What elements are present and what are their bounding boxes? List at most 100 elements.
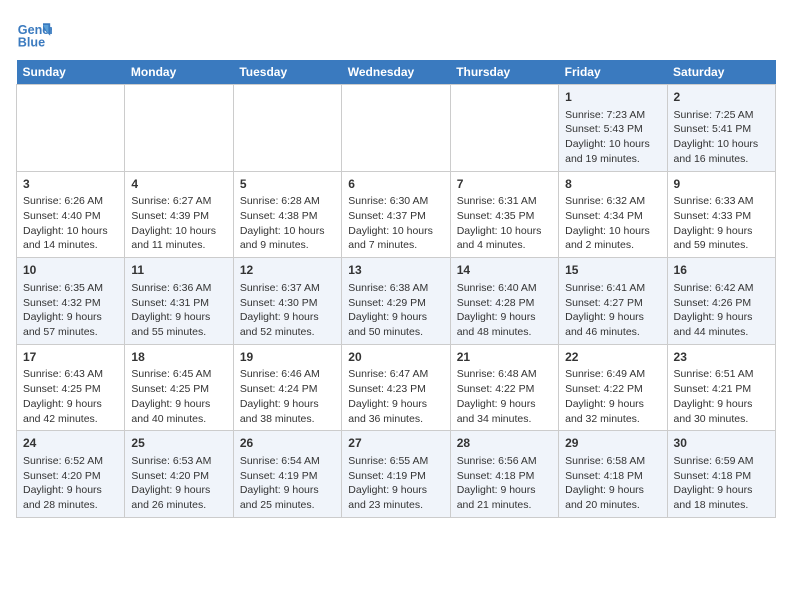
calendar-cell: 26Sunrise: 6:54 AMSunset: 4:19 PMDayligh… bbox=[233, 431, 341, 518]
day-info: Daylight: 9 hours and 34 minutes. bbox=[457, 397, 552, 426]
day-info: Daylight: 10 hours and 11 minutes. bbox=[131, 224, 226, 253]
calendar-header: SundayMondayTuesdayWednesdayThursdayFrid… bbox=[17, 60, 776, 85]
calendar-cell: 15Sunrise: 6:41 AMSunset: 4:27 PMDayligh… bbox=[559, 258, 667, 345]
day-info: Sunset: 4:25 PM bbox=[23, 382, 118, 397]
day-info: Sunset: 4:38 PM bbox=[240, 209, 335, 224]
calendar-cell: 13 Sunrise: 6:38 AMSunset: 4:29 PMDayligh… bbox=[342, 258, 450, 345]
day-number: 29 bbox=[565, 435, 660, 452]
calendar-cell: 7Sunrise: 6:31 AMSunset: 4:35 PMDaylight… bbox=[450, 171, 558, 258]
day-number: 5 bbox=[240, 176, 335, 193]
day-info: Sunset: 4:35 PM bbox=[457, 209, 552, 224]
day-info: Daylight: 10 hours and 16 minutes. bbox=[674, 137, 769, 166]
logo: General Blue bbox=[16, 16, 56, 52]
day-info: Sunrise: 6:41 AM bbox=[565, 281, 660, 296]
day-info: Sunset: 4:20 PM bbox=[23, 469, 118, 484]
logo-icon: General Blue bbox=[16, 16, 52, 52]
day-number: 8 bbox=[565, 176, 660, 193]
day-info: Daylight: 9 hours and 48 minutes. bbox=[457, 310, 552, 339]
day-info: Sunrise: 6:59 AM bbox=[674, 454, 769, 469]
calendar-cell: 11Sunrise: 6:36 AMSunset: 4:31 PMDayligh… bbox=[125, 258, 233, 345]
calendar-week-1: 1Sunrise: 7:23 AMSunset: 5:43 PMDaylight… bbox=[17, 85, 776, 172]
day-info: Sunset: 4:18 PM bbox=[457, 469, 552, 484]
day-info: Sunrise: 6:53 AM bbox=[131, 454, 226, 469]
day-info: Sunrise: 6:45 AM bbox=[131, 367, 226, 382]
day-info: Sunrise: 6:56 AM bbox=[457, 454, 552, 469]
day-info: Sunset: 4:27 PM bbox=[565, 296, 660, 311]
day-info: Daylight: 9 hours and 28 minutes. bbox=[23, 483, 118, 512]
day-info: Daylight: 9 hours and 23 minutes. bbox=[348, 483, 443, 512]
day-number: 11 bbox=[131, 262, 226, 279]
day-info: Sunset: 4:25 PM bbox=[131, 382, 226, 397]
page-header: General Blue bbox=[16, 16, 776, 52]
calendar-cell: 8Sunrise: 6:32 AMSunset: 4:34 PMDaylight… bbox=[559, 171, 667, 258]
day-info: Sunset: 4:22 PM bbox=[457, 382, 552, 397]
day-number: 18 bbox=[131, 349, 226, 366]
day-number: 15 bbox=[565, 262, 660, 279]
day-info: Daylight: 9 hours and 42 minutes. bbox=[23, 397, 118, 426]
day-info: Sunrise: 6:32 AM bbox=[565, 194, 660, 209]
calendar-cell: 21Sunrise: 6:48 AMSunset: 4:22 PMDayligh… bbox=[450, 344, 558, 431]
day-number: 14 bbox=[457, 262, 552, 279]
day-info: Daylight: 9 hours and 32 minutes. bbox=[565, 397, 660, 426]
day-info: Sunrise: 6:36 AM bbox=[131, 281, 226, 296]
day-info: Sunrise: 6:38 AM bbox=[348, 281, 443, 296]
day-number: 21 bbox=[457, 349, 552, 366]
day-info: Sunrise: 6:48 AM bbox=[457, 367, 552, 382]
day-info: Sunset: 4:24 PM bbox=[240, 382, 335, 397]
day-info: Sunset: 4:33 PM bbox=[674, 209, 769, 224]
day-info: Daylight: 9 hours and 30 minutes. bbox=[674, 397, 769, 426]
calendar-cell: 1Sunrise: 7:23 AMSunset: 5:43 PMDaylight… bbox=[559, 85, 667, 172]
day-info: Sunset: 4:39 PM bbox=[131, 209, 226, 224]
day-number: 1 bbox=[565, 89, 660, 106]
day-info: Daylight: 9 hours and 52 minutes. bbox=[240, 310, 335, 339]
day-info: Daylight: 10 hours and 14 minutes. bbox=[23, 224, 118, 253]
calendar-cell: 10Sunrise: 6:35 AMSunset: 4:32 PMDayligh… bbox=[17, 258, 125, 345]
day-info: Sunrise: 6:28 AM bbox=[240, 194, 335, 209]
day-info: Sunrise: 6:46 AM bbox=[240, 367, 335, 382]
day-info: Daylight: 9 hours and 44 minutes. bbox=[674, 310, 769, 339]
day-info: Sunrise: 6:52 AM bbox=[23, 454, 118, 469]
day-info: Daylight: 10 hours and 2 minutes. bbox=[565, 224, 660, 253]
day-info: Sunrise: 6:30 AM bbox=[348, 194, 443, 209]
calendar-cell: 23Sunrise: 6:51 AMSunset: 4:21 PMDayligh… bbox=[667, 344, 775, 431]
col-header-friday: Friday bbox=[559, 60, 667, 85]
day-info: Sunrise: 7:25 AM bbox=[674, 108, 769, 123]
day-info: Daylight: 9 hours and 50 minutes. bbox=[348, 310, 443, 339]
day-info: Sunset: 4:32 PM bbox=[23, 296, 118, 311]
day-info: Sunset: 4:18 PM bbox=[565, 469, 660, 484]
calendar-cell: 18Sunrise: 6:45 AMSunset: 4:25 PMDayligh… bbox=[125, 344, 233, 431]
day-info: Sunrise: 7:23 AM bbox=[565, 108, 660, 123]
day-number: 22 bbox=[565, 349, 660, 366]
col-header-sunday: Sunday bbox=[17, 60, 125, 85]
calendar-cell bbox=[450, 85, 558, 172]
col-header-thursday: Thursday bbox=[450, 60, 558, 85]
day-info: Sunset: 4:29 PM bbox=[348, 296, 443, 311]
calendar-cell: 19Sunrise: 6:46 AMSunset: 4:24 PMDayligh… bbox=[233, 344, 341, 431]
calendar-cell: 29Sunrise: 6:58 AMSunset: 4:18 PMDayligh… bbox=[559, 431, 667, 518]
day-info: Daylight: 9 hours and 40 minutes. bbox=[131, 397, 226, 426]
day-info: Sunset: 4:37 PM bbox=[348, 209, 443, 224]
calendar-cell bbox=[233, 85, 341, 172]
day-info: Sunset: 4:18 PM bbox=[674, 469, 769, 484]
day-info: Sunrise: 6:49 AM bbox=[565, 367, 660, 382]
day-number: 16 bbox=[674, 262, 769, 279]
col-header-saturday: Saturday bbox=[667, 60, 775, 85]
day-info: Sunrise: 6:51 AM bbox=[674, 367, 769, 382]
day-info: Sunrise: 6:27 AM bbox=[131, 194, 226, 209]
day-number: 9 bbox=[674, 176, 769, 193]
calendar-cell: 22Sunrise: 6:49 AMSunset: 4:22 PMDayligh… bbox=[559, 344, 667, 431]
day-number: 4 bbox=[131, 176, 226, 193]
day-info: Sunset: 4:20 PM bbox=[131, 469, 226, 484]
day-info: Sunrise: 6:31 AM bbox=[457, 194, 552, 209]
day-info: Daylight: 9 hours and 26 minutes. bbox=[131, 483, 226, 512]
day-number: 24 bbox=[23, 435, 118, 452]
col-header-tuesday: Tuesday bbox=[233, 60, 341, 85]
col-header-monday: Monday bbox=[125, 60, 233, 85]
day-info: Daylight: 9 hours and 25 minutes. bbox=[240, 483, 335, 512]
svg-text:Blue: Blue bbox=[18, 36, 45, 50]
day-info: Daylight: 9 hours and 36 minutes. bbox=[348, 397, 443, 426]
calendar-cell: 5Sunrise: 6:28 AMSunset: 4:38 PMDaylight… bbox=[233, 171, 341, 258]
day-info: Daylight: 9 hours and 38 minutes. bbox=[240, 397, 335, 426]
day-number: 26 bbox=[240, 435, 335, 452]
day-number: 13 bbox=[348, 262, 443, 279]
